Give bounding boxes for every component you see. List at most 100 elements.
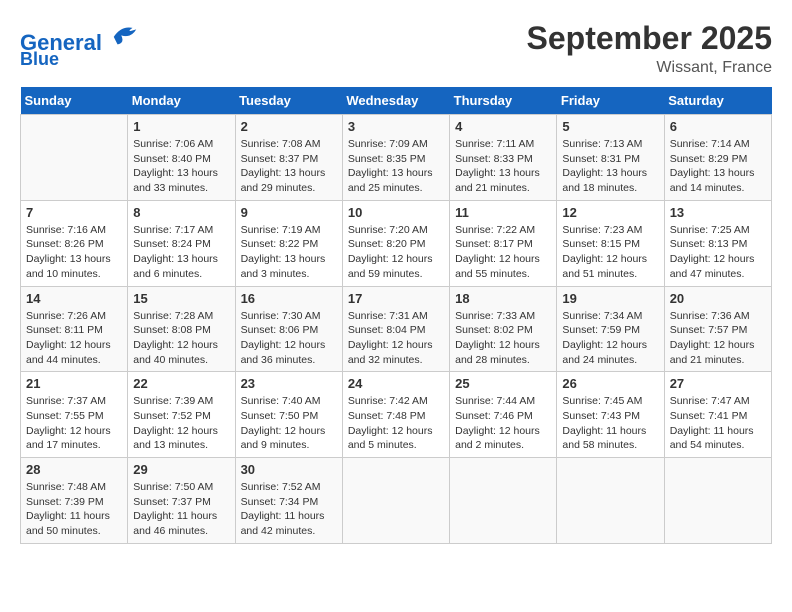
day-info: Sunrise: 7:31 AM Sunset: 8:04 PM Dayligh… [348,309,444,368]
calendar-cell: 2 Sunrise: 7:08 AM Sunset: 8:37 PM Daylig… [235,115,342,201]
weekday-header-sunday: Sunday [21,87,128,115]
weekday-header-tuesday: Tuesday [235,87,342,115]
day-number: 28 [26,462,122,477]
calendar-cell: 20Sunrise: 7:36 AM Sunset: 7:57 PM Dayli… [664,286,771,372]
day-number: 22 [133,376,229,391]
weekday-header-wednesday: Wednesday [342,87,449,115]
day-info: Sunrise: 7:45 AM Sunset: 7:43 PM Dayligh… [562,394,658,453]
calendar-cell [342,458,449,544]
calendar-cell: 25 Sunrise: 7:44 AM Sunset: 7:46 PM Dayli… [450,372,557,458]
week-row-5: 28 Sunrise: 7:48 AM Sunset: 7:39 PM Dayli… [21,458,772,544]
day-number: 16 [241,291,337,306]
day-number: 13 [670,205,766,220]
calendar-cell: 3Sunrise: 7:09 AM Sunset: 8:35 PM Daylig… [342,115,449,201]
calendar-cell: 14 Sunrise: 7:26 AM Sunset: 8:11 PM Dayli… [21,286,128,372]
day-info: Sunrise: 7:39 AM Sunset: 7:52 PM Dayligh… [133,394,229,453]
calendar-cell [557,458,664,544]
day-number: 29 [133,462,229,477]
day-number: 19 [562,291,658,306]
calendar-cell: 13 Sunrise: 7:25 AM Sunset: 8:13 PM Dayli… [664,200,771,286]
page-header: General Blue September 2025 Wissant, Fra… [20,20,772,77]
calendar-cell: 18 Sunrise: 7:33 AM Sunset: 8:02 PM Dayli… [450,286,557,372]
day-info: Sunrise: 7:30 AM Sunset: 8:06 PM Dayligh… [241,309,337,368]
calendar-cell: 6Sunrise: 7:14 AM Sunset: 8:29 PM Daylig… [664,115,771,201]
day-info: Sunrise: 7:44 AM Sunset: 7:46 PM Dayligh… [455,394,551,453]
day-info: Sunrise: 7:50 AM Sunset: 7:37 PM Dayligh… [133,480,229,539]
calendar-table: SundayMondayTuesdayWednesdayThursdayFrid… [20,87,772,544]
day-number: 17 [348,291,444,306]
day-info: Sunrise: 7:48 AM Sunset: 7:39 PM Dayligh… [26,480,122,539]
day-number: 12 [562,205,658,220]
day-number: 23 [241,376,337,391]
calendar-body: 1 Sunrise: 7:06 AM Sunset: 8:40 PM Daylig… [21,115,772,544]
calendar-cell: 15 Sunrise: 7:28 AM Sunset: 8:08 PM Dayli… [128,286,235,372]
location: Wissant, France [527,59,772,77]
calendar-cell: 29 Sunrise: 7:50 AM Sunset: 7:37 PM Dayli… [128,458,235,544]
weekday-header-friday: Friday [557,87,664,115]
day-info: Sunrise: 7:20 AM Sunset: 8:20 PM Dayligh… [348,223,444,282]
day-number: 20 [670,291,766,306]
day-number: 5 [562,119,658,134]
calendar-cell: 19Sunrise: 7:34 AM Sunset: 7:59 PM Dayli… [557,286,664,372]
day-number: 27 [670,376,766,391]
week-row-4: 21Sunrise: 7:37 AM Sunset: 7:55 PM Dayli… [21,372,772,458]
day-number: 26 [562,376,658,391]
day-number: 4 [455,119,551,134]
day-info: Sunrise: 7:09 AM Sunset: 8:35 PM Dayligh… [348,137,444,196]
day-info: Sunrise: 7:14 AM Sunset: 8:29 PM Dayligh… [670,137,766,196]
calendar-cell: 9 Sunrise: 7:19 AM Sunset: 8:22 PM Daylig… [235,200,342,286]
calendar-cell: 24 Sunrise: 7:42 AM Sunset: 7:48 PM Dayli… [342,372,449,458]
weekday-header-thursday: Thursday [450,87,557,115]
week-row-1: 1 Sunrise: 7:06 AM Sunset: 8:40 PM Daylig… [21,115,772,201]
calendar-cell: 28 Sunrise: 7:48 AM Sunset: 7:39 PM Dayli… [21,458,128,544]
calendar-cell: 12Sunrise: 7:23 AM Sunset: 8:15 PM Dayli… [557,200,664,286]
calendar-cell [21,115,128,201]
calendar-cell: 11Sunrise: 7:22 AM Sunset: 8:17 PM Dayli… [450,200,557,286]
day-number: 25 [455,376,551,391]
day-info: Sunrise: 7:06 AM Sunset: 8:40 PM Dayligh… [133,137,229,196]
week-row-2: 7Sunrise: 7:16 AM Sunset: 8:26 PM Daylig… [21,200,772,286]
calendar-cell: 5 Sunrise: 7:13 AM Sunset: 8:31 PM Daylig… [557,115,664,201]
calendar-cell: 22 Sunrise: 7:39 AM Sunset: 7:52 PM Dayli… [128,372,235,458]
day-info: Sunrise: 7:37 AM Sunset: 7:55 PM Dayligh… [26,394,122,453]
week-row-3: 14 Sunrise: 7:26 AM Sunset: 8:11 PM Dayli… [21,286,772,372]
day-number: 15 [133,291,229,306]
calendar-cell: 30 Sunrise: 7:52 AM Sunset: 7:34 PM Dayli… [235,458,342,544]
day-info: Sunrise: 7:47 AM Sunset: 7:41 PM Dayligh… [670,394,766,453]
day-info: Sunrise: 7:52 AM Sunset: 7:34 PM Dayligh… [241,480,337,539]
day-info: Sunrise: 7:26 AM Sunset: 8:11 PM Dayligh… [26,309,122,368]
calendar-cell: 21Sunrise: 7:37 AM Sunset: 7:55 PM Dayli… [21,372,128,458]
day-info: Sunrise: 7:42 AM Sunset: 7:48 PM Dayligh… [348,394,444,453]
calendar-cell: 1 Sunrise: 7:06 AM Sunset: 8:40 PM Daylig… [128,115,235,201]
day-info: Sunrise: 7:17 AM Sunset: 8:24 PM Dayligh… [133,223,229,282]
month-title: September 2025 [527,20,772,57]
day-info: Sunrise: 7:25 AM Sunset: 8:13 PM Dayligh… [670,223,766,282]
day-info: Sunrise: 7:19 AM Sunset: 8:22 PM Dayligh… [241,223,337,282]
calendar-cell: 23 Sunrise: 7:40 AM Sunset: 7:50 PM Dayli… [235,372,342,458]
day-info: Sunrise: 7:40 AM Sunset: 7:50 PM Dayligh… [241,394,337,453]
day-number: 1 [133,119,229,134]
day-number: 14 [26,291,122,306]
calendar-cell: 10Sunrise: 7:20 AM Sunset: 8:20 PM Dayli… [342,200,449,286]
calendar-cell: 27 Sunrise: 7:47 AM Sunset: 7:41 PM Dayli… [664,372,771,458]
day-info: Sunrise: 7:28 AM Sunset: 8:08 PM Dayligh… [133,309,229,368]
day-number: 2 [241,119,337,134]
title-area: September 2025 Wissant, France [527,20,772,77]
calendar-cell: 16 Sunrise: 7:30 AM Sunset: 8:06 PM Dayli… [235,286,342,372]
day-number: 30 [241,462,337,477]
day-number: 24 [348,376,444,391]
calendar-cell: 17 Sunrise: 7:31 AM Sunset: 8:04 PM Dayli… [342,286,449,372]
day-info: Sunrise: 7:13 AM Sunset: 8:31 PM Dayligh… [562,137,658,196]
weekday-header-monday: Monday [128,87,235,115]
day-number: 9 [241,205,337,220]
day-info: Sunrise: 7:08 AM Sunset: 8:37 PM Dayligh… [241,137,337,196]
weekday-header-row: SundayMondayTuesdayWednesdayThursdayFrid… [21,87,772,115]
day-info: Sunrise: 7:33 AM Sunset: 8:02 PM Dayligh… [455,309,551,368]
calendar-cell: 7Sunrise: 7:16 AM Sunset: 8:26 PM Daylig… [21,200,128,286]
weekday-header-saturday: Saturday [664,87,771,115]
calendar-cell [664,458,771,544]
day-info: Sunrise: 7:16 AM Sunset: 8:26 PM Dayligh… [26,223,122,282]
day-number: 18 [455,291,551,306]
calendar-cell: 26 Sunrise: 7:45 AM Sunset: 7:43 PM Dayli… [557,372,664,458]
day-number: 8 [133,205,229,220]
